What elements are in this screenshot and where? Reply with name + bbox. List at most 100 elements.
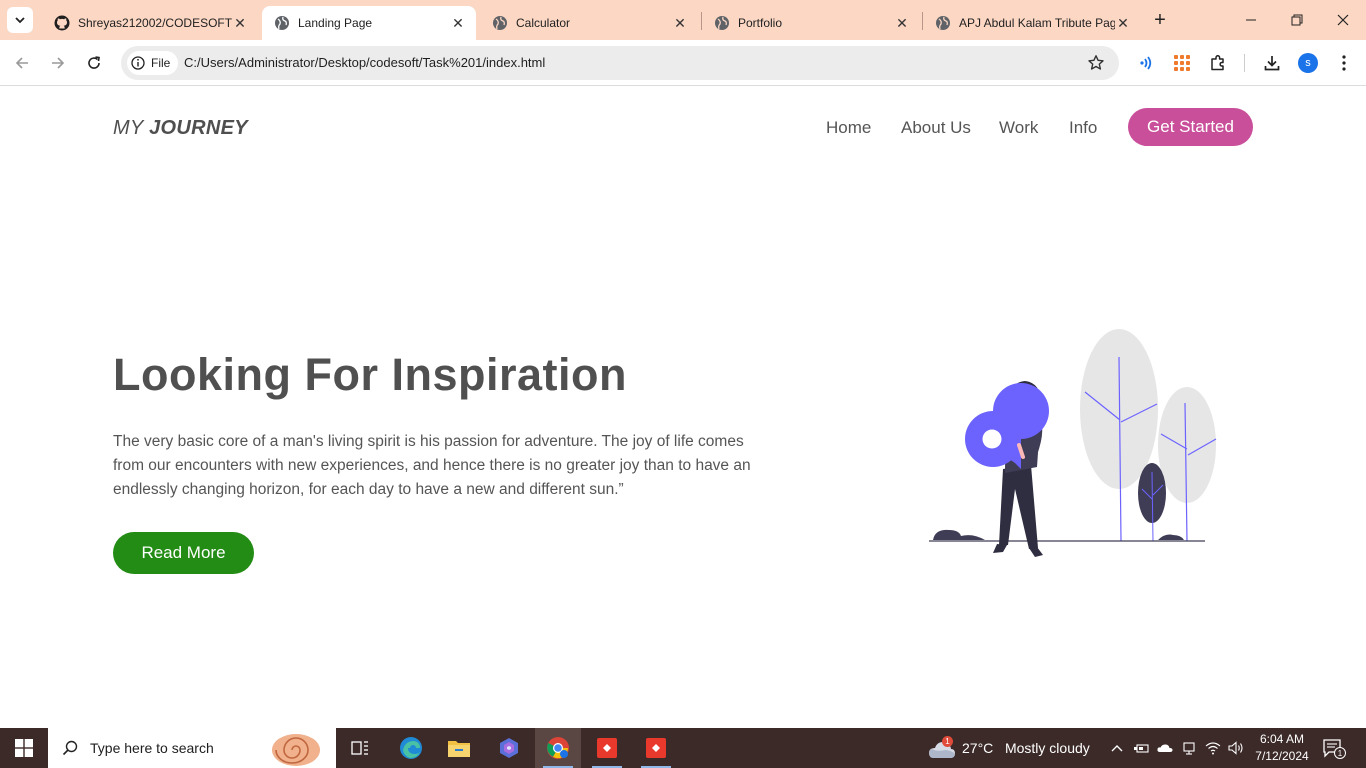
landing-page: MY JOURNEY Home About Us Work Info Get S…: [0, 87, 1366, 728]
speaker-icon: [1228, 741, 1243, 755]
close-icon[interactable]: ✕: [232, 15, 248, 31]
bookmark-button[interactable]: [1087, 54, 1105, 77]
close-window-button[interactable]: [1333, 10, 1353, 30]
wifi-icon: [1205, 742, 1221, 755]
reload-icon: [88, 56, 100, 69]
start-button[interactable]: [0, 728, 48, 768]
toolbar-divider: [1244, 54, 1245, 72]
edge-icon: [400, 737, 422, 759]
tab-calculator[interactable]: Calculator ✕: [480, 6, 698, 40]
notification-center-button[interactable]: 1: [1322, 738, 1346, 765]
tray-onedrive[interactable]: [1157, 740, 1173, 756]
copilot-icon: [500, 738, 518, 758]
tab-landing-page[interactable]: Landing Page ✕: [262, 6, 476, 40]
forward-button[interactable]: [48, 53, 68, 73]
scheme-label: File: [151, 56, 171, 70]
search-icon: [62, 740, 78, 756]
chevron-up-icon: [1111, 745, 1123, 752]
battery-icon: [1134, 744, 1149, 753]
kebab-menu-icon: [1342, 55, 1346, 71]
nav-home[interactable]: Home: [826, 118, 871, 138]
puzzle-icon: [1211, 54, 1224, 71]
taskbar-git-app-1[interactable]: [584, 728, 630, 768]
back-arrow-icon: [15, 57, 28, 69]
folder-icon: [448, 741, 470, 757]
search-placeholder: Type here to search: [90, 740, 214, 756]
tab-github[interactable]: Shreyas212002/CODESOFT_\ ✕: [42, 6, 258, 40]
star-icon: [1088, 55, 1104, 70]
close-icon[interactable]: ✕: [894, 15, 910, 31]
tray-network[interactable]: [1205, 740, 1221, 756]
apps-grid-icon: [1174, 55, 1190, 71]
notification-icon: 1: [1323, 739, 1346, 759]
address-bar[interactable]: File C:/Users/Administrator/Desktop/code…: [121, 46, 1119, 80]
site-info-chip[interactable]: File: [127, 51, 179, 75]
minimize-icon: [1246, 19, 1256, 21]
logo-part-my: MY: [113, 117, 144, 139]
taskbar-file-explorer[interactable]: [436, 728, 482, 768]
tab-title: Calculator: [516, 16, 571, 30]
restore-icon: [1291, 14, 1303, 26]
url-text[interactable]: C:/Users/Administrator/Desktop/codesoft/…: [184, 55, 545, 70]
apps-button[interactable]: [1172, 53, 1192, 73]
get-started-button[interactable]: Get Started: [1128, 108, 1253, 146]
taskbar-edge[interactable]: [388, 728, 434, 768]
taskbar-git-app-2[interactable]: [633, 728, 679, 768]
downloads-button[interactable]: [1262, 53, 1282, 73]
chevron-down-icon: [15, 17, 25, 24]
new-tab-button[interactable]: +: [1150, 10, 1170, 30]
hero-paragraph: The very basic core of a man's living sp…: [113, 433, 751, 498]
taskbar-chrome[interactable]: [535, 728, 581, 768]
tab-title: Shreyas212002/CODESOFT_\: [78, 16, 232, 30]
menu-button[interactable]: [1334, 53, 1354, 73]
read-aloud-button[interactable]: [1136, 53, 1156, 73]
weather-condition: Mostly cloudy: [1004, 740, 1090, 756]
close-icon[interactable]: ✕: [672, 15, 688, 31]
chrome-icon: [547, 737, 569, 759]
reload-button[interactable]: [84, 53, 104, 73]
task-view-icon: [351, 741, 368, 755]
taskbar-search-box[interactable]: Type here to search: [48, 728, 336, 768]
extensions-button[interactable]: [1208, 53, 1228, 73]
minimize-button[interactable]: [1241, 10, 1261, 30]
show-hidden-icons-button[interactable]: [1109, 740, 1125, 756]
logo-part-journey: JOURNEY: [149, 117, 248, 139]
close-icon: [1337, 14, 1349, 26]
notification-count: 1: [1338, 749, 1343, 758]
site-logo[interactable]: MY JOURNEY: [113, 117, 248, 140]
tab-search-button[interactable]: [7, 7, 33, 33]
nautilus-shell-icon: [272, 734, 320, 766]
tab-apj-tribute[interactable]: APJ Abdul Kalam Tribute Pag ✕: [923, 6, 1141, 40]
weather-alert-badge: 1: [942, 736, 953, 747]
restore-button[interactable]: [1287, 10, 1307, 30]
nav-info[interactable]: Info: [1069, 118, 1097, 138]
git-icon: [597, 738, 617, 758]
taskbar-copilot[interactable]: [486, 728, 532, 768]
tray-battery[interactable]: [1133, 740, 1149, 756]
task-view-button[interactable]: [337, 728, 383, 768]
download-icon: [1264, 56, 1280, 71]
close-icon[interactable]: ✕: [1115, 15, 1131, 31]
windows-logo-icon: [15, 739, 33, 757]
tab-portfolio[interactable]: Portfolio ✕: [702, 6, 920, 40]
tray-device[interactable]: [1181, 740, 1197, 756]
close-icon[interactable]: ✕: [450, 15, 466, 31]
weather-widget[interactable]: 27°C Mostly cloudy: [962, 740, 1090, 756]
clock-time: 6:04 AM: [1259, 732, 1305, 746]
nav-work[interactable]: Work: [999, 118, 1038, 138]
globe-icon: [275, 16, 289, 30]
hero-headline: Looking For Inspiration: [113, 349, 627, 400]
globe-icon: [493, 16, 507, 30]
hero-illustration: [929, 329, 1217, 557]
info-icon: [131, 56, 145, 70]
windows-taskbar: Type here to search 1 27°C Mostly cloudy: [0, 728, 1366, 768]
system-clock[interactable]: 6:04 AM 7/12/2024: [1252, 731, 1312, 765]
nav-about-us[interactable]: About Us: [901, 118, 971, 138]
profile-avatar[interactable]: s: [1298, 53, 1318, 73]
back-button[interactable]: [12, 53, 32, 73]
tray-volume[interactable]: [1228, 740, 1244, 756]
read-more-button[interactable]: Read More: [113, 532, 254, 574]
globe-icon: [715, 16, 729, 30]
tab-title: Portfolio: [738, 16, 783, 30]
tree-canopy-small: [1158, 387, 1216, 503]
